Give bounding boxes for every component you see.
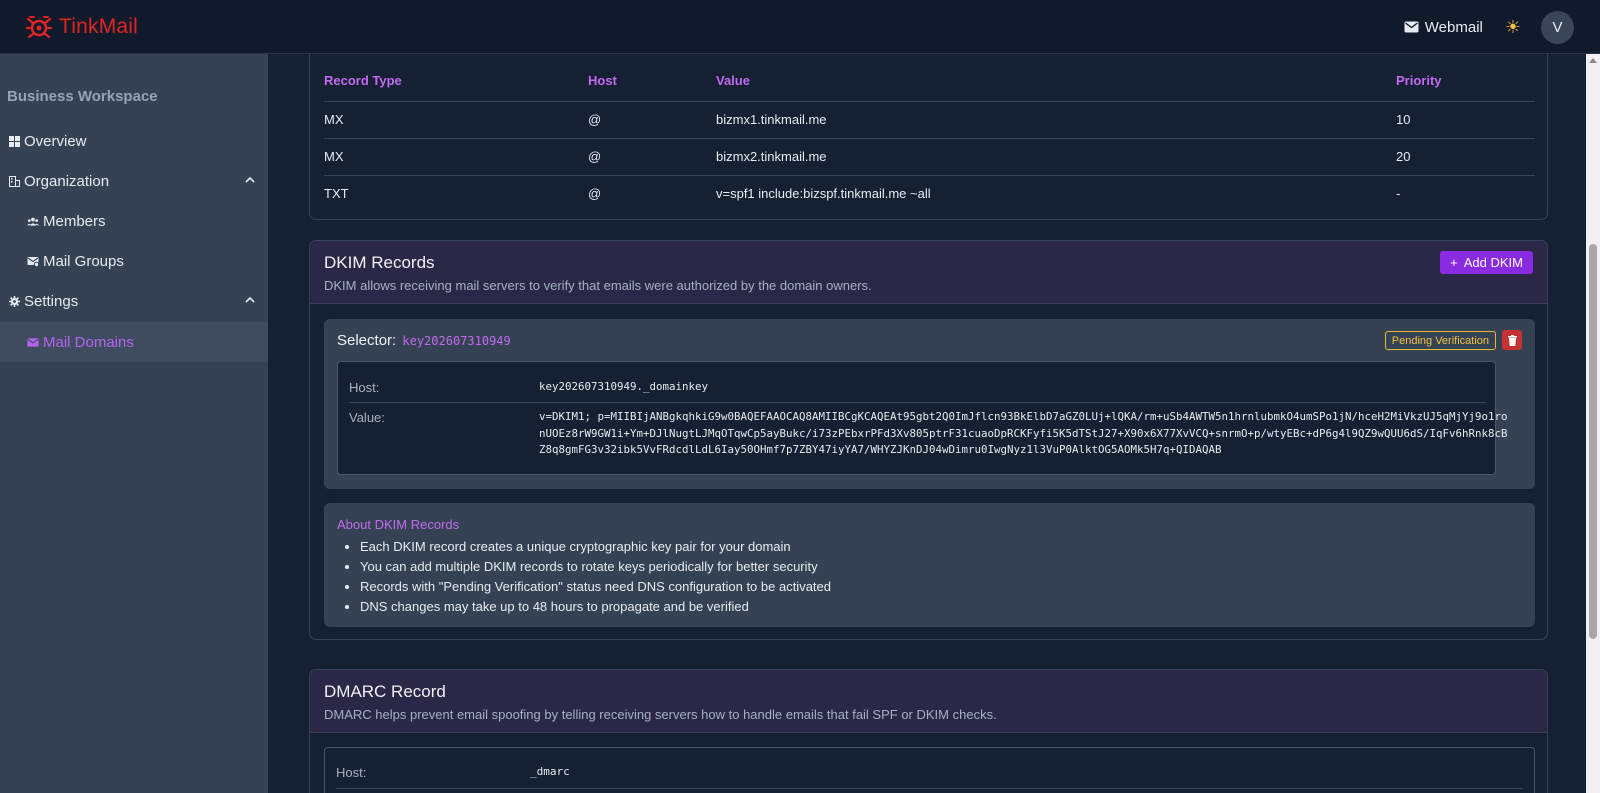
record-type-cell: MX [324,138,588,176]
host-cell: @ [588,138,716,176]
sidebar-item-label: Mail Domains [43,333,134,351]
mail-group-icon [27,255,39,267]
dkim-card-header: DKIM Records DKIM allows receiving mail … [310,241,1547,304]
table-row: MX @ bizmx1.tinkmail.me 10 [324,101,1535,139]
scrollbar-thumb[interactable] [1589,244,1597,639]
value-cell: v=spf1 include:bizspf.tinkmail.me ~all [716,186,931,202]
about-dkim-title: About DKIM Records [337,517,460,532]
value-cell: bizmx2.tinkmail.me [716,138,1396,176]
sidebar-item-label: Mail Groups [43,252,124,270]
dmarc-record-details: Host: _dmarc [324,747,1535,793]
add-dkim-label: Add DKIM [1463,255,1523,270]
column-header: Priority [1396,61,1535,102]
users-icon [27,215,39,227]
chevron-up-icon[interactable] [244,174,256,186]
host-label: Host: [336,765,367,780]
chevron-up-icon[interactable] [244,294,256,306]
host-cell: @ [588,186,602,202]
record-type-cell: TXT [324,186,349,202]
table-row: MX @ bizmx2.tinkmail.me 20 [324,138,1535,176]
dmarc-title: DMARC Record [324,682,446,701]
key-line: nUOEz8rW9GW1i+Ym+DJlNugtLJMqOTqwCp5ayBuk… [539,426,1508,440]
webmail-label: Webmail [1424,18,1483,36]
priority-cell: - [1396,186,1401,202]
sidebar-item-settings[interactable]: Settings [0,281,268,321]
about-dkim-panel: About DKIM Records Each DKIM record crea… [324,503,1535,627]
brand[interactable]: TinkMail [25,14,138,40]
grid-icon [8,135,20,147]
sidebar-item-label: Settings [24,292,79,310]
dmarc-record-card: DMARC Record DMARC helps prevent email s… [309,669,1548,793]
list-item: Each DKIM record creates a unique crypto… [360,537,831,557]
theme-toggle-sun-icon[interactable]: ☀ [1505,18,1521,36]
divider [349,402,1486,403]
trash-icon [1507,334,1517,346]
host-cell: @ [588,101,716,139]
sidebar-item-label: Organization [24,172,110,190]
table-header-row: Record Type Host Value Priority [324,61,1535,102]
mx-records-card: Record Type Host Value Priority MX @ biz… [309,54,1548,220]
list-item: Records with "Pending Verification" stat… [360,577,831,597]
envelope-icon [27,336,39,348]
top-bar: TinkMail Webmail ☀ V [0,0,1600,54]
sidebar-item-label: Members [43,212,106,230]
sidebar-item-mail-domains[interactable]: Mail Domains [0,322,268,362]
table-row: TXT @ v=spf1 include:bizspf.tinkmail.me … [324,175,1535,212]
mail-icon [1404,21,1419,33]
column-header: Value [716,61,1396,102]
scrollbar[interactable] [1586,54,1600,793]
sidebar-item-overview[interactable]: Overview [0,121,268,161]
avatar[interactable]: V [1541,10,1574,44]
main-content: Record Type Host Value Priority MX @ biz… [268,54,1586,793]
selector-heading: Selector: key202607310949 [337,332,511,349]
divider [336,788,1523,789]
priority-cell: 20 [1396,138,1535,176]
add-dkim-button[interactable]: + Add DKIM [1440,251,1533,274]
list-item: DNS changes may take up to 48 hours to p… [360,597,831,617]
building-icon [8,175,20,187]
dkim-selector-panel: Selector: key202607310949 Pending Verifi… [324,319,1535,489]
dkim-title: DKIM Records [324,253,435,272]
sidebar-item-members[interactable]: Members [0,201,268,241]
dkim-description: DKIM allows receiving mail servers to ve… [324,278,872,293]
host-value[interactable]: _dmarc [530,765,570,778]
sidebar-item-organization[interactable]: Organization [0,161,268,201]
host-value[interactable]: key202607310949._domainkey [539,379,708,396]
key-line: Z8q8gmFG3v32ibk5VvFRdcdlLdL6Iay50OHmf7p7… [539,443,1222,456]
about-dkim-list: Each DKIM record creates a unique crypto… [360,537,831,617]
dmarc-card-header: DMARC Record DMARC helps prevent email s… [310,670,1547,733]
app-name: TinkMail [59,14,138,38]
key-line: v=DKIM1; p=MIIBIjANBgkqhkiG9w0BAQEFAAOCA… [539,410,1508,423]
scroll-up-arrow-icon[interactable] [1589,58,1597,63]
workspace-title: Business Workspace [7,88,158,105]
delete-dkim-button[interactable] [1502,330,1522,350]
plus-icon: + [1450,255,1458,270]
host-label: Host: [349,380,380,395]
value-cell: bizmx1.tinkmail.me [716,101,1396,139]
sidebar: Business Workspace Overview Organization… [0,54,268,793]
selector-value[interactable]: key202607310949 [402,334,510,348]
dkim-public-key-value[interactable]: v=DKIM1; p=MIIBIjANBgkqhkiG9w0BAQEFAAOCA… [539,409,1508,459]
record-type-cell: MX [324,101,588,139]
priority-cell: 10 [1396,101,1535,139]
selector-label: Selector: [337,332,397,349]
gear-icon [8,295,20,307]
column-header: Host [588,61,716,102]
webmail-link[interactable]: Webmail [1404,19,1483,36]
dkim-records-card: DKIM Records DKIM allows receiving mail … [309,240,1548,640]
list-item: You can add multiple DKIM records to rot… [360,557,831,577]
status-badge: Pending Verification [1384,331,1496,350]
dkim-record-details: Host: key202607310949._domainkey Value: … [337,361,1508,475]
dmarc-description: DMARC helps prevent email spoofing by te… [324,707,997,722]
mx-records-table: Record Type Host Value Priority MX @ biz… [324,61,1535,212]
sidebar-item-label: Overview [24,132,87,150]
tinkmail-logo-icon [25,15,53,38]
value-label: Value: [349,410,385,425]
sidebar-item-mail-groups[interactable]: Mail Groups [0,241,268,281]
column-header: Record Type [324,61,588,102]
